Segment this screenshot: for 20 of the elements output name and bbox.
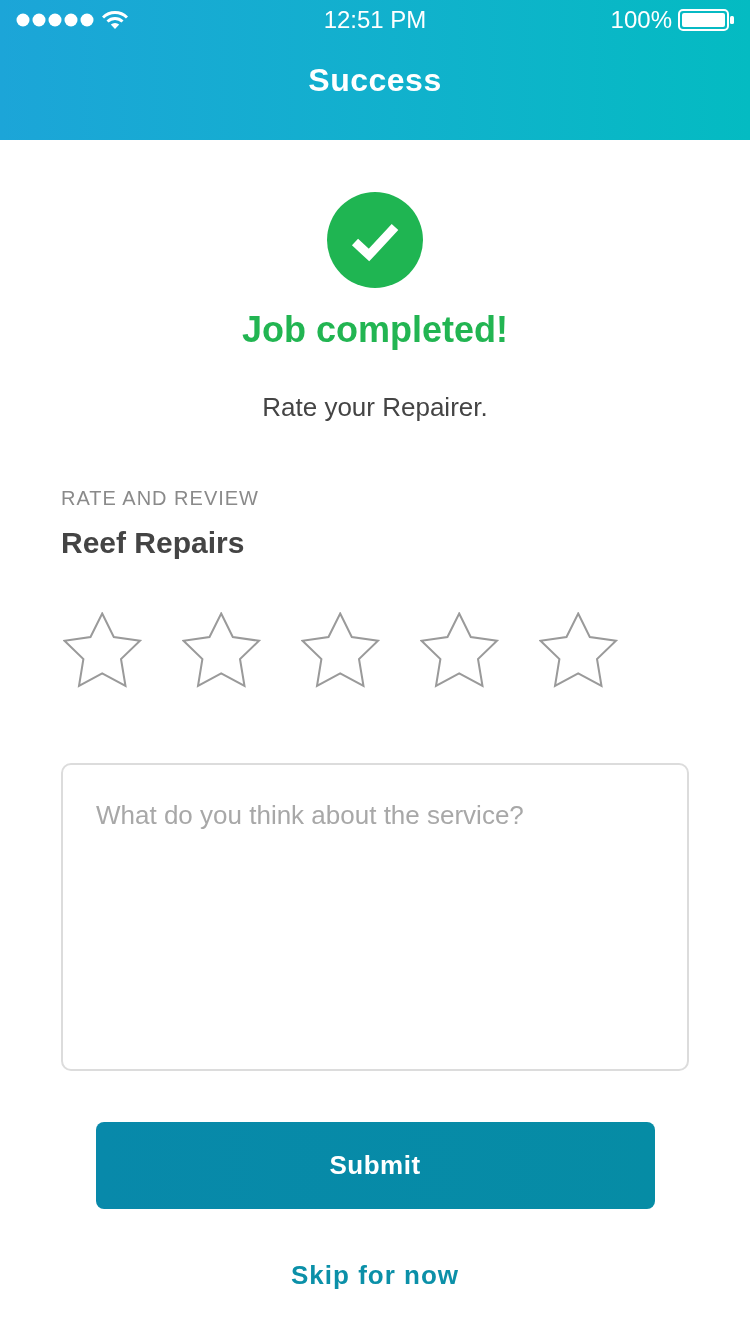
success-check-icon — [327, 192, 423, 288]
battery-percent: 100% — [610, 6, 672, 34]
star-outline-icon[interactable] — [539, 612, 619, 688]
star-outline-icon[interactable] — [420, 612, 500, 688]
completion-heading: Job completed! — [242, 308, 508, 352]
submit-button[interactable]: Submit — [95, 1122, 655, 1209]
battery-icon — [678, 9, 734, 31]
review-text-field[interactable]: What do you think about the service? — [61, 763, 689, 1071]
wifi-icon — [102, 11, 128, 29]
screen-title: Success — [308, 61, 442, 100]
section-label: RATE AND REVIEW — [61, 486, 259, 510]
repairer-name: Reef Repairs — [61, 525, 245, 561]
star-rating[interactable] — [63, 612, 619, 688]
status-time: 12:51 PM — [323, 6, 427, 34]
skip-link[interactable]: Skip for now — [291, 1259, 459, 1291]
star-outline-icon[interactable] — [182, 612, 262, 688]
star-outline-icon[interactable] — [63, 612, 143, 688]
rating-prompt: Rate your Repairer. — [262, 391, 488, 423]
star-outline-icon[interactable] — [301, 612, 381, 688]
signal-icon — [16, 13, 96, 27]
